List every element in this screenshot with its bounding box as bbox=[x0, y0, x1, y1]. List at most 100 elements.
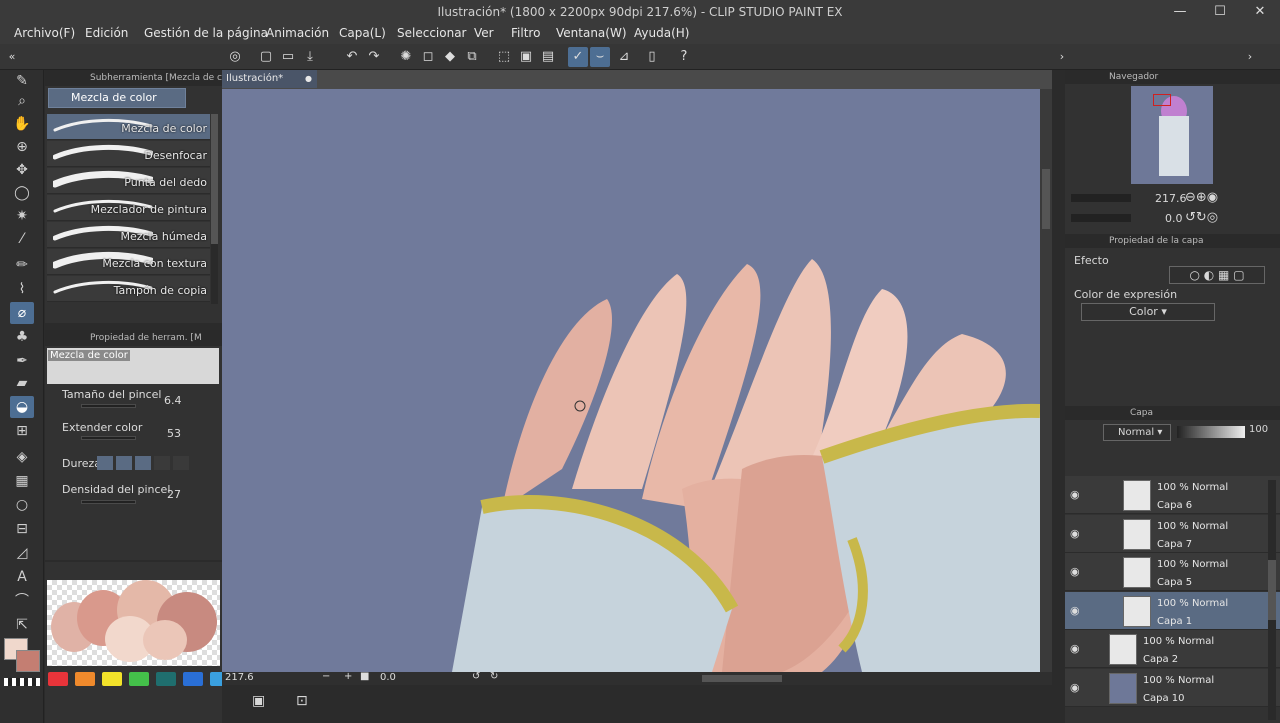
angle-readout[interactable]: 0.0 bbox=[380, 672, 396, 683]
save-icon[interactable]: ⤓ bbox=[300, 47, 320, 67]
lasso-icon[interactable]: ◯ bbox=[10, 182, 34, 204]
layer-row[interactable]: ◉ 100 % Normal Capa 2 bbox=[1065, 630, 1280, 669]
palette-swatch[interactable] bbox=[75, 672, 95, 686]
eye-icon[interactable]: ◉ bbox=[1070, 488, 1080, 501]
palette-swatch[interactable] bbox=[183, 672, 203, 686]
color-mixing-area[interactable] bbox=[47, 580, 220, 666]
transform-icon[interactable]: ⧉ bbox=[462, 47, 482, 67]
canvas-tab[interactable]: Ilustración* ● bbox=[222, 70, 317, 88]
grid-icon[interactable]: ⊞ bbox=[10, 420, 34, 442]
pencil-icon[interactable]: ✏ bbox=[10, 254, 34, 276]
decoration-icon[interactable]: ♣ bbox=[10, 326, 34, 348]
effect-buttons[interactable]: ○ ◐ ▦ ▢ bbox=[1169, 266, 1265, 284]
brush-item[interactable]: Punta del dedo bbox=[47, 168, 210, 194]
zoom-in-icon[interactable]: + bbox=[344, 671, 352, 682]
navigator-rotate-icons[interactable]: ↺↻◎ bbox=[1185, 210, 1218, 225]
fill-bucket-icon[interactable]: ◈ bbox=[10, 446, 34, 468]
fit-icon[interactable]: ■ bbox=[360, 671, 369, 682]
menu-window[interactable]: Ventana(W) bbox=[556, 26, 627, 40]
menu-file[interactable]: Archivo(F) bbox=[14, 26, 75, 40]
deselect-icon[interactable]: ⬚ bbox=[494, 47, 514, 67]
brush-item[interactable]: Mezcla con textura bbox=[47, 249, 210, 275]
palette-swatch[interactable] bbox=[102, 672, 122, 686]
eye-icon[interactable]: ◉ bbox=[1070, 642, 1080, 655]
navigator-zoom-icons[interactable]: ⊖⊕◉ bbox=[1185, 190, 1218, 205]
navigator-zoom-value[interactable]: 217.6 bbox=[1155, 192, 1187, 205]
select-icon[interactable]: ⊕ bbox=[10, 136, 34, 158]
hand-icon[interactable]: ✋ bbox=[10, 113, 34, 135]
pen-icon[interactable]: ✎ bbox=[10, 70, 34, 92]
collapse-left-icon[interactable]: « bbox=[2, 47, 22, 67]
brush-size-slider[interactable] bbox=[81, 404, 136, 408]
palette-swatch[interactable] bbox=[156, 672, 176, 686]
ink-icon[interactable]: ✒ bbox=[10, 350, 34, 372]
eye-icon[interactable]: ◉ bbox=[1070, 527, 1080, 540]
drawing-canvas[interactable] bbox=[222, 89, 1040, 672]
layer-row[interactable]: ◉ 100 % Normal Capa 10 bbox=[1065, 669, 1280, 707]
stabilize-icon[interactable]: ✓ bbox=[568, 47, 588, 67]
close-tab-icon[interactable]: ● bbox=[305, 70, 312, 88]
navigator-thumbnail[interactable] bbox=[1131, 86, 1213, 184]
layer-row[interactable]: ◉ 100 % Normal Capa 6 bbox=[1065, 476, 1280, 514]
rotate-right-icon[interactable]: ↻ bbox=[490, 671, 498, 682]
hardness-step-2[interactable] bbox=[116, 456, 132, 470]
page-icon[interactable]: ▣ bbox=[252, 693, 265, 709]
ruler-tool-icon[interactable]: ◿ bbox=[10, 542, 34, 564]
brush-size-value[interactable]: 6.4 bbox=[164, 394, 182, 407]
brush-icon[interactable]: ⌇ bbox=[10, 278, 34, 300]
shape-icon[interactable]: ○ bbox=[10, 494, 34, 516]
undo-icon[interactable]: ↶ bbox=[342, 47, 362, 67]
layer-row[interactable]: ◉ 100 % Normal Capa 7 bbox=[1065, 514, 1280, 553]
fill-icon[interactable]: ◆ bbox=[440, 47, 460, 67]
hardness-step-4[interactable] bbox=[154, 456, 170, 470]
layer-row[interactable]: ◉ 100 % Normal Capa 5 bbox=[1065, 553, 1280, 592]
navigator-rotate-value[interactable]: 0.0 bbox=[1165, 212, 1183, 225]
canvas-horizontal-scrollbar[interactable] bbox=[702, 675, 782, 682]
loading-icon[interactable]: ✺ bbox=[396, 47, 416, 67]
sub-color-swatch[interactable] bbox=[16, 650, 40, 672]
layer-scrollbar[interactable] bbox=[1268, 480, 1276, 720]
eye-icon[interactable]: ◉ bbox=[1070, 604, 1080, 617]
menu-select[interactable]: Seleccionar bbox=[397, 26, 466, 40]
zoom-out-icon[interactable]: − bbox=[322, 671, 330, 682]
help-icon[interactable]: ? bbox=[674, 47, 694, 67]
zoom-readout[interactable]: 217.6 bbox=[225, 672, 254, 683]
blend-mode-select[interactable]: Normal ▾ bbox=[1103, 424, 1171, 441]
subtool-scrollbar[interactable] bbox=[211, 114, 218, 304]
crop-icon[interactable]: ▤ bbox=[538, 47, 558, 67]
new-file-icon[interactable]: ▢ bbox=[256, 47, 276, 67]
airbrush-icon[interactable]: ⌀ bbox=[10, 302, 34, 324]
invert-select-icon[interactable]: ▣ bbox=[516, 47, 536, 67]
collapse-right-icon[interactable]: › bbox=[1052, 47, 1072, 67]
palette-swatch[interactable] bbox=[129, 672, 149, 686]
menu-filter[interactable]: Filtro bbox=[511, 26, 540, 40]
clear-icon[interactable]: ◻ bbox=[418, 47, 438, 67]
blend-icon[interactable]: ◒ bbox=[10, 396, 34, 418]
expand-right-icon[interactable]: › bbox=[1240, 47, 1260, 67]
ruler-icon[interactable]: ⊿ bbox=[614, 47, 634, 67]
rotate-left-icon[interactable]: ↺ bbox=[472, 671, 480, 682]
hardness-step-1[interactable] bbox=[97, 456, 113, 470]
menu-animation[interactable]: Animación bbox=[266, 26, 329, 40]
expression-color-select[interactable]: Color ▾ bbox=[1081, 303, 1215, 321]
zoom-icon[interactable]: ⌕ bbox=[10, 90, 34, 112]
curve-icon[interactable]: ⌣ bbox=[590, 47, 610, 67]
redo-icon[interactable]: ↷ bbox=[364, 47, 384, 67]
close-icon[interactable]: ✕ bbox=[1240, 0, 1280, 24]
subtool-group-tab[interactable]: Mezcla de color bbox=[48, 88, 186, 108]
hardness-step-5[interactable] bbox=[173, 456, 189, 470]
eye-icon[interactable]: ◉ bbox=[1070, 565, 1080, 578]
canvas-vertical-scrollbar[interactable] bbox=[1040, 89, 1052, 672]
brush-item[interactable]: Tampón de copia bbox=[47, 276, 210, 302]
correct-line-icon[interactable]: ⇱ bbox=[10, 614, 34, 636]
layer-settings-icon[interactable]: ⊡ bbox=[296, 693, 308, 709]
brush-item[interactable]: Mezcla húmeda bbox=[47, 222, 210, 248]
frame-icon[interactable]: ⊟ bbox=[10, 518, 34, 540]
spread-value[interactable]: 53 bbox=[167, 427, 181, 440]
brush-item[interactable]: Mezcla de color bbox=[47, 114, 210, 140]
opacity-slider[interactable] bbox=[1177, 426, 1245, 438]
maximize-icon[interactable]: ☐ bbox=[1200, 0, 1240, 24]
palette-swatch[interactable] bbox=[48, 672, 68, 686]
density-slider[interactable] bbox=[81, 500, 136, 504]
balloon-icon[interactable]: ⌒ bbox=[10, 590, 34, 612]
